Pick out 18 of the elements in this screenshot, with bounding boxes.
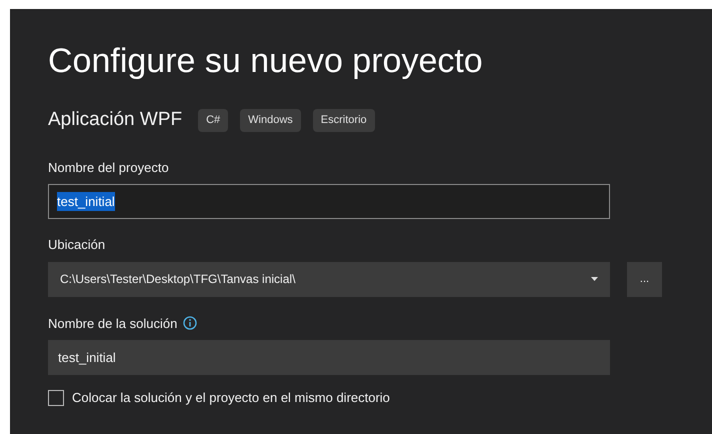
- caret-icon: [591, 277, 598, 281]
- browse-button[interactable]: ...: [627, 262, 662, 296]
- template-name: Aplicación WPF: [48, 108, 182, 132]
- tag: C#: [198, 109, 228, 132]
- page-title: Configure su nuevo proyecto: [48, 41, 484, 82]
- input-field[interactable]: test_initial: [48, 340, 610, 375]
- location-dropdown[interactable]: C:\Users\Tester\Desktop\TFG\Tanvas inicial\: [48, 262, 610, 296]
- field-label: Ubicación: [48, 236, 106, 254]
- field-label: Nombre del proyecto: [48, 158, 170, 177]
- input-field[interactable]: test_initial: [48, 184, 610, 219]
- checkbox-label: Colocar la solución y el proyecto en el mismo directorio: [72, 389, 390, 407]
- dropdown-value: C:\Users\Tester\Desktop\TFG\Tanvas inicial\: [60, 271, 296, 288]
- tag: Escritorio: [312, 109, 375, 132]
- checkbox[interactable]: [48, 390, 64, 406]
- info-icon: [183, 316, 198, 330]
- tag: Windows: [240, 109, 301, 132]
- field-label: Nombre de la solución: [48, 314, 178, 332]
- input-text: test_initial: [57, 192, 115, 212]
